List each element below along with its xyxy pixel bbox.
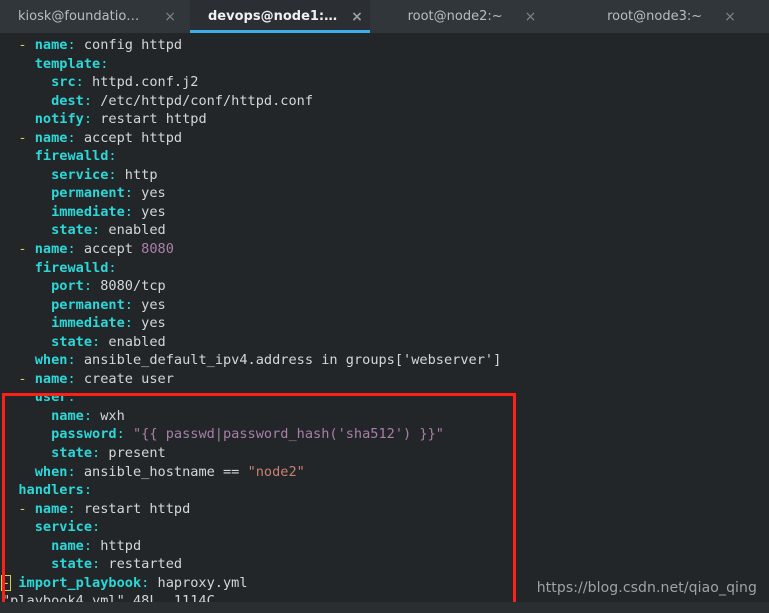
tab-label: root@node2:~	[407, 9, 503, 24]
close-icon[interactable]: ×	[525, 10, 537, 24]
code-line: port: 8080/tcp	[51, 278, 166, 295]
code-line: handlers:	[18, 482, 93, 499]
vim-status-line: "playbook4.yml" 48L, 1114C	[2, 593, 215, 602]
tab-bar: kiosk@foundatio… × devops@node1:… × root…	[0, 0, 769, 33]
code-line: state: enabled	[51, 222, 166, 239]
code-line: permanent: yes	[51, 185, 166, 202]
code-line: src: httpd.conf.j2	[51, 74, 199, 91]
close-icon[interactable]: ×	[351, 10, 363, 24]
code-line: immediate: yes	[51, 203, 166, 220]
code-line: - name: accept httpd	[18, 129, 183, 146]
terminal-tab-devops-node1[interactable]: devops@node1:… ×	[190, 0, 370, 33]
code-line: firewalld:	[34, 148, 117, 165]
code-line: immediate: yes	[51, 315, 166, 332]
code-line: firewalld:	[34, 259, 117, 276]
vim-cursor: -	[1, 574, 12, 591]
terminal-screen[interactable]: - name: config httpd template: src: http…	[0, 33, 769, 602]
code-line: - name: accept 8080	[18, 241, 174, 258]
tab-label: root@node3:~	[607, 9, 703, 24]
terminal-window: kiosk@foundatio… × devops@node1:… × root…	[0, 0, 769, 613]
code-line: when: ansible_default_ipv4.address in gr…	[34, 352, 502, 369]
terminal-tab-kiosk[interactable]: kiosk@foundatio… ×	[0, 0, 190, 33]
code-line: state: restarted	[51, 556, 183, 573]
terminal-tab-root-node3[interactable]: root@node3:~ ×	[570, 0, 769, 33]
vim-buffer[interactable]: - name: config httpd template: src: http…	[0, 36, 769, 592]
code-line: - name: config httpd	[18, 37, 183, 53]
close-icon[interactable]: ×	[724, 10, 736, 24]
code-line: service:	[34, 519, 101, 536]
tab-label: kiosk@foundatio…	[18, 9, 140, 24]
code-line: template:	[34, 55, 109, 72]
code-line: name: httpd	[51, 537, 142, 554]
code-line: - name: restart httpd	[18, 500, 191, 517]
code-line: state: enabled	[51, 333, 166, 350]
code-line: service: http	[51, 166, 158, 183]
code-line: dest: /etc/httpd/conf/httpd.conf	[51, 92, 314, 109]
code-line: - name: create user	[18, 370, 174, 387]
code-line: permanent: yes	[51, 296, 166, 313]
code-line: password: "{{ passwd|password_hash('sha5…	[51, 426, 444, 443]
code-line: notify: restart httpd	[34, 111, 207, 128]
code-line: when: ansible_hostname == "node2"	[34, 463, 305, 480]
window-bottom-strip	[0, 602, 769, 613]
code-line: state: present	[51, 445, 166, 462]
close-icon[interactable]: ×	[164, 10, 176, 24]
code-line: user:	[34, 389, 76, 406]
terminal-tab-root-node2[interactable]: root@node2:~ ×	[370, 0, 570, 33]
tab-label: devops@node1:…	[208, 9, 338, 24]
code-line: name: wxh	[51, 407, 125, 424]
code-line-with-cursor: - import_playbook: haproxy.yml	[1, 574, 248, 591]
